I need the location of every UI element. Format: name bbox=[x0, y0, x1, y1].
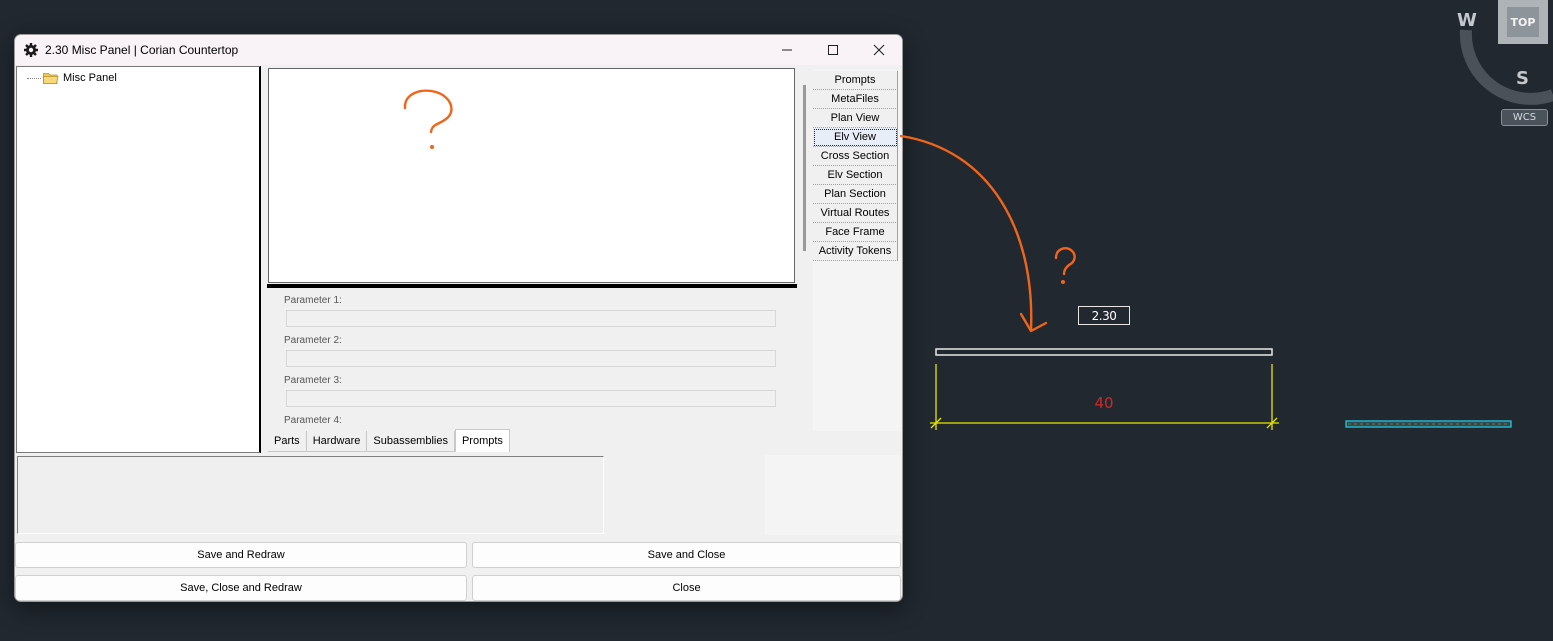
description-side-area bbox=[765, 455, 901, 535]
window-title: 2.30 Misc Panel | Corian Countertop bbox=[45, 43, 239, 57]
gear-icon bbox=[24, 43, 38, 57]
side-button-cross-section[interactable]: Cross Section bbox=[813, 147, 898, 166]
side-button-elv-section[interactable]: Elv Section bbox=[813, 166, 898, 185]
parameter-2-label: Parameter 2: bbox=[284, 335, 342, 346]
close-icon bbox=[873, 44, 885, 56]
save-close-and-redraw-button[interactable]: Save, Close and Redraw bbox=[15, 575, 467, 601]
preview-canvas[interactable] bbox=[268, 68, 795, 283]
parameter-1-input[interactable] bbox=[286, 310, 776, 327]
folder-icon bbox=[43, 73, 59, 84]
viewcube-top-label: TOP bbox=[1507, 7, 1539, 37]
parameter-4-label: Parameter 4: bbox=[284, 415, 342, 426]
side-button-prompts[interactable]: Prompts bbox=[813, 71, 898, 90]
compass-west-label[interactable]: W bbox=[1457, 10, 1477, 31]
parameter-1-label: Parameter 1: bbox=[284, 295, 342, 306]
parameter-3-input[interactable] bbox=[286, 390, 776, 407]
side-button-activity-tokens[interactable]: Activity Tokens bbox=[813, 242, 898, 261]
title-bar[interactable]: 2.30 Misc Panel | Corian Countertop bbox=[15, 35, 902, 65]
cad-dimension-text[interactable]: 40 bbox=[1086, 394, 1122, 412]
panel-elevation-outline[interactable] bbox=[935, 348, 1273, 356]
side-button-metafiles[interactable]: MetaFiles bbox=[813, 90, 898, 109]
save-and-close-button[interactable]: Save and Close bbox=[472, 542, 901, 568]
tab-subassemblies[interactable]: Subassemblies bbox=[367, 431, 455, 452]
maximize-button[interactable] bbox=[810, 35, 856, 65]
tree-item-label: Misc Panel bbox=[63, 72, 117, 84]
tab-prompts[interactable]: Prompts bbox=[454, 429, 510, 452]
tab-hardware[interactable]: Hardware bbox=[306, 431, 368, 452]
parameters-panel: Parameter 1: Parameter 2: Parameter 3: P… bbox=[268, 288, 798, 430]
minimize-icon bbox=[782, 49, 792, 51]
maximize-icon bbox=[828, 45, 838, 55]
view-button-panel: Prompts MetaFiles Plan View Elv View Cro… bbox=[813, 69, 901, 431]
part-tree[interactable]: Misc Panel bbox=[16, 66, 261, 453]
compass-south-label[interactable]: S bbox=[1516, 68, 1529, 89]
tab-strip: Parts Hardware Subassemblies Prompts bbox=[268, 429, 510, 453]
tree-connector bbox=[27, 77, 41, 79]
minimize-button[interactable] bbox=[764, 35, 810, 65]
viewcube-top-face[interactable]: TOP bbox=[1498, 0, 1548, 44]
parameter-3-label: Parameter 3: bbox=[284, 375, 342, 386]
parameter-2-input[interactable] bbox=[286, 350, 776, 367]
vertical-scrollbar[interactable] bbox=[803, 85, 806, 251]
save-and-redraw-button[interactable]: Save and Redraw bbox=[15, 542, 467, 568]
close-button[interactable]: Close bbox=[472, 575, 901, 601]
side-button-face-frame[interactable]: Face Frame bbox=[813, 223, 898, 242]
side-button-plan-section[interactable]: Plan Section bbox=[813, 185, 898, 204]
side-button-elv-view[interactable]: Elv View bbox=[813, 128, 898, 147]
close-window-button[interactable] bbox=[856, 35, 902, 65]
cad-panel-label[interactable]: 2.30 bbox=[1078, 306, 1130, 325]
misc-panel-dialog: 2.30 Misc Panel | Corian Countertop Misc… bbox=[14, 34, 903, 602]
wcs-menu-button[interactable]: WCS bbox=[1501, 109, 1548, 126]
side-button-plan-view[interactable]: Plan View bbox=[813, 109, 898, 128]
tab-parts[interactable]: Parts bbox=[268, 431, 307, 452]
description-box[interactable] bbox=[17, 456, 604, 534]
side-button-virtual-routes[interactable]: Virtual Routes bbox=[813, 204, 898, 223]
tree-item-misc-panel[interactable]: Misc Panel bbox=[27, 71, 117, 85]
